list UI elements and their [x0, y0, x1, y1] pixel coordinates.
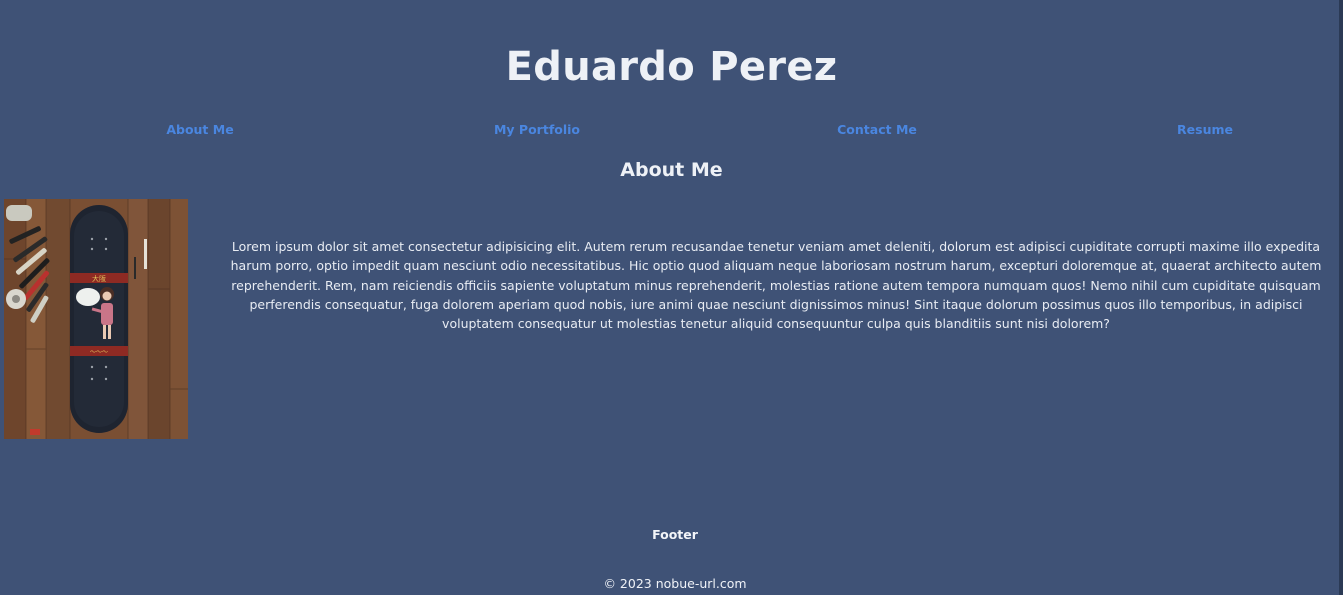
svg-text:大阪: 大阪: [92, 274, 106, 283]
profile-photo: 大阪 〜〜〜: [4, 199, 188, 439]
svg-text:〜〜〜: 〜〜〜: [90, 349, 108, 356]
page: Eduardo Perez About Me My Portfolio Cont…: [0, 0, 1343, 595]
footer-title: Footer: [652, 527, 698, 542]
nav-link-about-me[interactable]: About Me: [166, 122, 233, 137]
nav-link-resume[interactable]: Resume: [1177, 122, 1233, 137]
about-me-text: Lorem ipsum dolor sit amet consectetur a…: [230, 239, 1322, 332]
nav-link-contact-me[interactable]: Contact Me: [837, 122, 917, 137]
nav-link-my-portfolio[interactable]: My Portfolio: [494, 122, 580, 137]
site-title: Eduardo Perez: [505, 44, 838, 90]
skateboard-photo-graphic: 大阪 〜〜〜: [4, 199, 188, 439]
copyright-text: © 2023 nobue-url.com: [603, 576, 747, 591]
window-edge: [1339, 0, 1343, 595]
about-me-heading: About Me: [620, 159, 723, 181]
